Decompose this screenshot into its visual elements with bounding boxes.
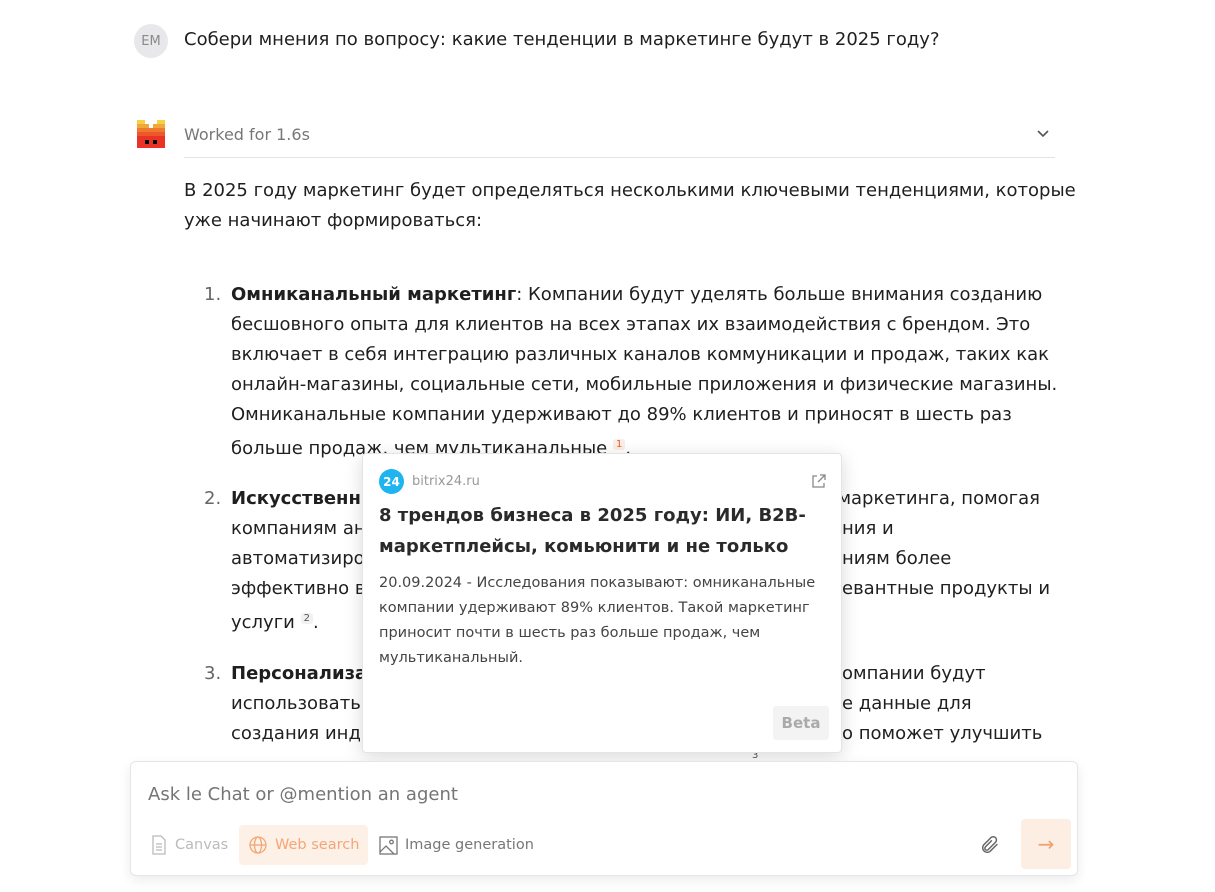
item-title: Омниканальный маркетинг xyxy=(231,284,517,305)
item-title: Искусственны xyxy=(231,488,378,509)
list-number: 1. xyxy=(204,284,222,305)
canvas-button[interactable]: Canvas xyxy=(141,825,237,865)
list-item-line: использовать xyxy=(231,693,361,714)
paperclip-icon[interactable] xyxy=(979,834,1001,856)
source-domain: bitrix24.ru xyxy=(412,474,480,489)
list-item-line: омпании будут xyxy=(842,663,986,684)
beta-badge: Beta xyxy=(773,706,829,740)
user-question: Собери мнения по вопросу: какие тенденци… xyxy=(184,29,940,50)
document-icon xyxy=(152,835,166,855)
list-item-line: эффективно вз xyxy=(231,578,376,599)
list-item-line: ния и xyxy=(842,518,894,539)
chat-input[interactable] xyxy=(148,784,948,805)
citation-2[interactable]: 2 xyxy=(300,613,313,624)
list-item-line: онлайн-магазины, социальные сети, мобиль… xyxy=(231,374,1058,395)
web-search-button[interactable]: Web search xyxy=(239,825,369,865)
divider xyxy=(184,157,1055,158)
globe-icon xyxy=(249,836,267,854)
source-snippet: 20.09.2024 - Исследования показывают: ом… xyxy=(379,575,816,666)
citation-1[interactable]: 1 xyxy=(612,439,626,450)
list-item-line: Омниканальный маркетинг: Компании будут … xyxy=(231,284,1043,305)
image-generation-button[interactable]: Image generation xyxy=(370,825,543,865)
send-button[interactable]: → xyxy=(1021,819,1071,869)
arrow-right-icon: → xyxy=(1037,832,1055,856)
intro-line: уже начинают формироваться: xyxy=(184,210,483,231)
worked-status: Worked for 1.6s xyxy=(184,125,310,144)
list-item-line: компаниям ан xyxy=(231,518,366,539)
chat-composer: Canvas Web search Image generation → xyxy=(130,761,1078,876)
list-item-line: Омниканальные компании удерживают до 89%… xyxy=(231,404,1012,425)
list-number: 2. xyxy=(204,488,222,509)
external-link-icon[interactable] xyxy=(810,473,827,490)
user-avatar: EM xyxy=(134,24,168,58)
list-item-line: услуги 2. xyxy=(231,612,319,633)
source-popover: 24 bitrix24.ru 8 трендов бизнеса в 2025 … xyxy=(362,453,842,753)
list-number: 3. xyxy=(204,663,222,684)
list-item-line: включает в себя интеграцию различных кан… xyxy=(231,344,1049,365)
source-title[interactable]: 8 трендов бизнеса в 2025 году: ИИ, B2B-м… xyxy=(379,500,819,562)
list-item-line: евантные продукты и xyxy=(842,578,1051,599)
mistral-logo-icon xyxy=(137,120,165,148)
list-item-line: создания инди xyxy=(231,723,373,744)
image-icon xyxy=(379,835,398,855)
list-item-line: автоматизиро xyxy=(231,548,365,569)
list-item-line: ниям более xyxy=(842,548,952,569)
list-item-line: маркетинга, помогая xyxy=(837,488,1040,509)
intro-line: В 2025 году маркетинг будет определяться… xyxy=(184,180,1076,201)
list-item-line: о поможет улучшить xyxy=(842,723,1043,744)
bitrix24-favicon-icon: 24 xyxy=(379,469,404,494)
item-title: Персонализац xyxy=(231,663,381,684)
list-item-line: бесшовного опыта для клиентов на всех эт… xyxy=(231,314,1031,335)
list-item-line: е данные для xyxy=(842,693,972,714)
chevron-down-icon[interactable] xyxy=(1034,124,1052,142)
